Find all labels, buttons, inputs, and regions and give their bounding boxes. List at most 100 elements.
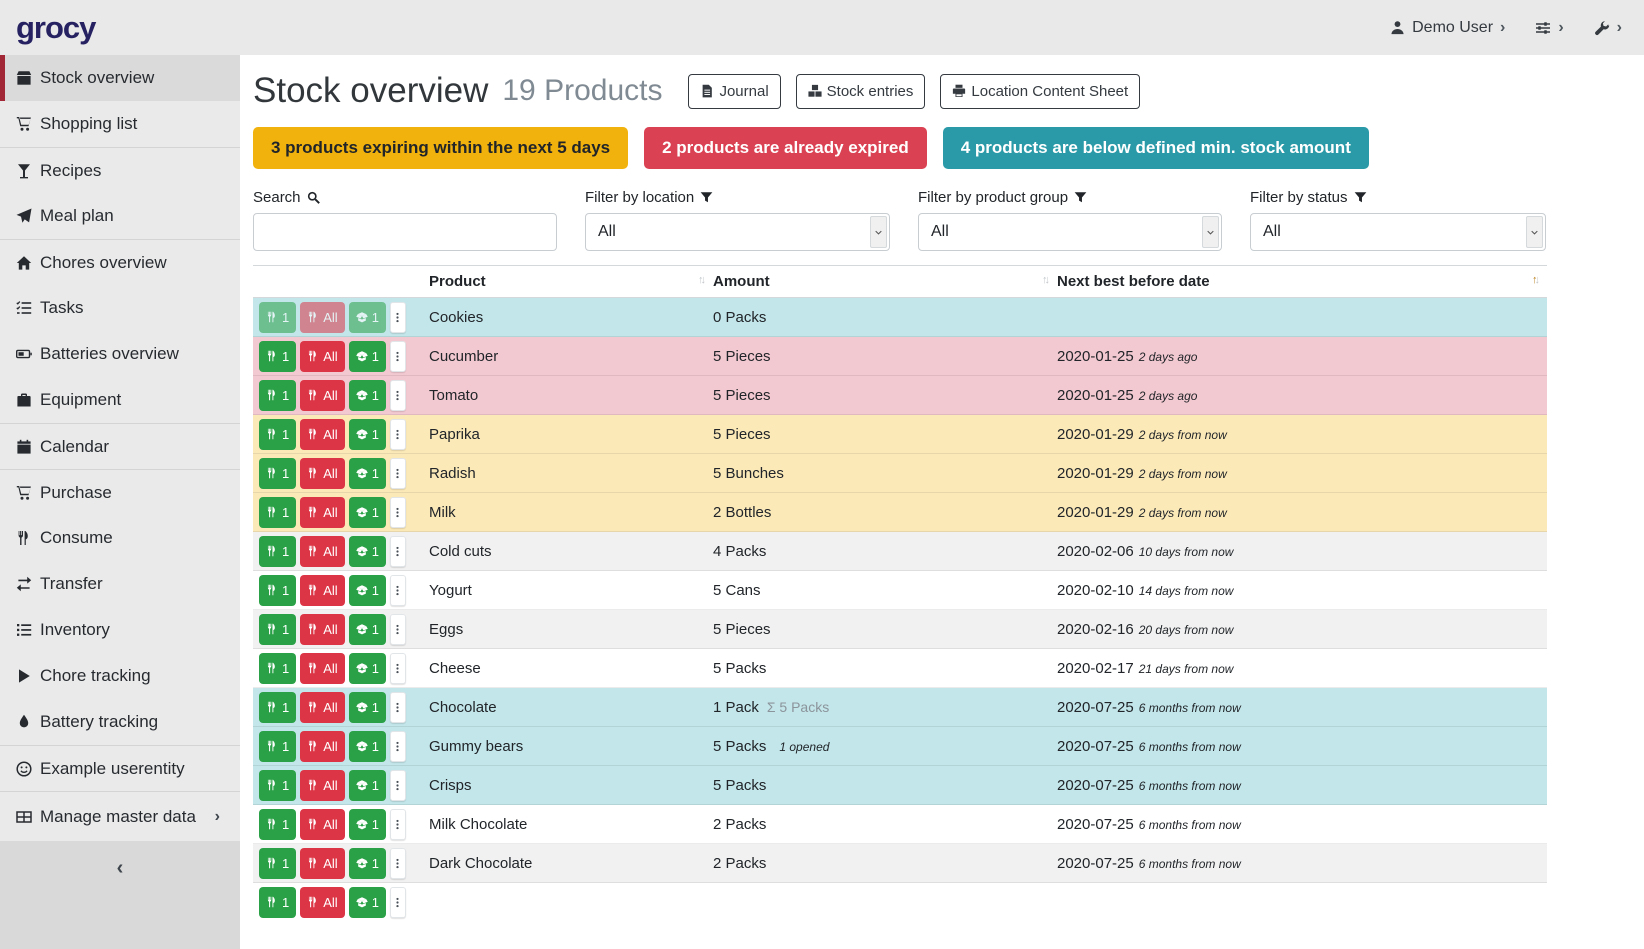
sidebar-item-purchase[interactable]: Purchase — [0, 469, 240, 515]
sidebar-item-chore-tracking[interactable]: Chore tracking — [0, 653, 240, 699]
open-one-button[interactable]: 1 — [349, 341, 386, 372]
open-one-button[interactable]: 1 — [349, 887, 386, 918]
consume-one-button[interactable]: 1 — [259, 731, 296, 762]
open-one-button[interactable]: 1 — [349, 419, 386, 450]
consume-one-button[interactable]: 1 — [259, 653, 296, 684]
row-menu-button[interactable] — [390, 731, 406, 762]
row-menu-button[interactable] — [390, 770, 406, 801]
consume-all-button[interactable]: All — [300, 848, 344, 879]
consume-one-button[interactable]: 1 — [259, 419, 296, 450]
sidebar-item-tasks[interactable]: Tasks — [0, 285, 240, 331]
table-row: 1 All 1 Chocolate 1 PackΣ 5 Packs 2020-0… — [253, 688, 1547, 727]
journal-button[interactable]: Journal — [688, 74, 780, 109]
consume-one-button[interactable]: 1 — [259, 614, 296, 645]
consume-one-button[interactable]: 1 — [259, 770, 296, 801]
open-one-button[interactable]: 1 — [349, 770, 386, 801]
sidebar-item-batteries-overview[interactable]: Batteries overview — [0, 331, 240, 377]
row-menu-button[interactable] — [390, 458, 406, 489]
consume-all-button[interactable]: All — [300, 458, 344, 489]
open-one-button[interactable]: 1 — [349, 809, 386, 840]
consume-one-button[interactable]: 1 — [259, 536, 296, 567]
sidebar-item-calendar[interactable]: Calendar — [0, 423, 240, 469]
consume-all-button[interactable]: All — [300, 536, 344, 567]
sidebar-item-meal-plan[interactable]: Meal plan — [0, 193, 240, 239]
app-logo[interactable]: grocy — [16, 10, 95, 46]
sidebar-item-shopping-list[interactable]: Shopping list — [0, 101, 240, 147]
sidebar-collapse-button[interactable]: ‹ — [0, 841, 240, 949]
open-one-button[interactable]: 1 — [349, 692, 386, 723]
sidebar-item-stock-overview[interactable]: Stock overview — [0, 55, 240, 101]
open-one-button[interactable]: 1 — [349, 380, 386, 411]
consume-one-button[interactable]: 1 — [259, 341, 296, 372]
row-menu-button[interactable] — [390, 653, 406, 684]
consume-all-button[interactable]: All — [300, 653, 344, 684]
open-one-button[interactable]: 1 — [349, 458, 386, 489]
date-column-header[interactable]: Next best before date ↑↓ — [1057, 266, 1547, 298]
open-one-button[interactable]: 1 — [349, 653, 386, 684]
consume-one-button[interactable]: 1 — [259, 575, 296, 606]
consume-one-button[interactable]: 1 — [259, 380, 296, 411]
open-one-button[interactable]: 1 — [349, 302, 386, 333]
consume-all-button[interactable]: All — [300, 614, 344, 645]
row-menu-button[interactable] — [390, 419, 406, 450]
consume-one-button[interactable]: 1 — [259, 887, 296, 918]
open-one-button[interactable]: 1 — [349, 497, 386, 528]
open-one-button[interactable]: 1 — [349, 614, 386, 645]
sidebar-item-equipment[interactable]: Equipment — [0, 377, 240, 423]
consume-one-button[interactable]: 1 — [259, 497, 296, 528]
sidebar-item-example-userentity[interactable]: Example userentity — [0, 745, 240, 791]
below-min-stock-alert[interactable]: 4 products are below defined min. stock … — [943, 127, 1369, 169]
row-menu-button[interactable] — [390, 692, 406, 723]
consume-all-button[interactable]: All — [300, 341, 344, 372]
sidebar-item-chores-overview[interactable]: Chores overview — [0, 239, 240, 285]
consume-all-button[interactable]: All — [300, 809, 344, 840]
location-filter-select[interactable]: All — [585, 213, 890, 251]
amount-column-header[interactable]: Amount ↑↓ — [713, 266, 1057, 298]
consume-all-button[interactable]: All — [300, 419, 344, 450]
consume-one-button[interactable]: 1 — [259, 848, 296, 879]
consume-all-button[interactable]: All — [300, 731, 344, 762]
product-column-header[interactable]: Product ↑↓ — [429, 266, 713, 298]
sidebar-item-manage-master-data[interactable]: Manage master data › — [0, 791, 240, 841]
consume-all-button[interactable]: All — [300, 770, 344, 801]
consume-all-button[interactable]: All — [300, 575, 344, 606]
sidebar-item-battery-tracking[interactable]: Battery tracking — [0, 699, 240, 745]
row-menu-button[interactable] — [390, 341, 406, 372]
row-menu-button[interactable] — [390, 302, 406, 333]
consume-all-button[interactable]: All — [300, 497, 344, 528]
row-menu-button[interactable] — [390, 575, 406, 606]
open-one-button[interactable]: 1 — [349, 731, 386, 762]
user-menu[interactable]: Demo User › — [1390, 19, 1505, 37]
location-content-sheet-button[interactable]: Location Content Sheet — [940, 74, 1140, 109]
consume-one-button[interactable]: 1 — [259, 692, 296, 723]
consume-all-button[interactable]: All — [300, 692, 344, 723]
consume-all-button[interactable]: All — [300, 302, 344, 333]
sidebar-item-consume[interactable]: Consume — [0, 515, 240, 561]
search-input[interactable] — [253, 213, 557, 251]
consume-one-button[interactable]: 1 — [259, 809, 296, 840]
consume-all-button[interactable]: All — [300, 887, 344, 918]
row-menu-button[interactable] — [390, 809, 406, 840]
row-menu-button[interactable] — [390, 536, 406, 567]
consume-all-button[interactable]: All — [300, 380, 344, 411]
row-menu-button[interactable] — [390, 380, 406, 411]
row-menu-button[interactable] — [390, 614, 406, 645]
row-menu-button[interactable] — [390, 848, 406, 879]
expired-alert[interactable]: 2 products are already expired — [644, 127, 927, 169]
sidebar-item-inventory[interactable]: Inventory — [0, 607, 240, 653]
consume-one-button[interactable]: 1 — [259, 302, 296, 333]
product-group-filter-select[interactable]: All — [918, 213, 1222, 251]
sidebar-item-transfer[interactable]: Transfer — [0, 561, 240, 607]
status-filter-select[interactable]: All — [1250, 213, 1546, 251]
open-one-button[interactable]: 1 — [349, 536, 386, 567]
open-one-button[interactable]: 1 — [349, 848, 386, 879]
stock-entries-button[interactable]: Stock entries — [796, 74, 926, 109]
row-menu-button[interactable] — [390, 497, 406, 528]
settings-menu[interactable]: › — [1535, 19, 1563, 37]
admin-menu[interactable]: › — [1594, 19, 1622, 37]
expiring-alert[interactable]: 3 products expiring within the next 5 da… — [253, 127, 628, 169]
row-menu-button[interactable] — [390, 887, 406, 918]
sidebar-item-recipes[interactable]: Recipes — [0, 147, 240, 193]
open-one-button[interactable]: 1 — [349, 575, 386, 606]
consume-one-button[interactable]: 1 — [259, 458, 296, 489]
